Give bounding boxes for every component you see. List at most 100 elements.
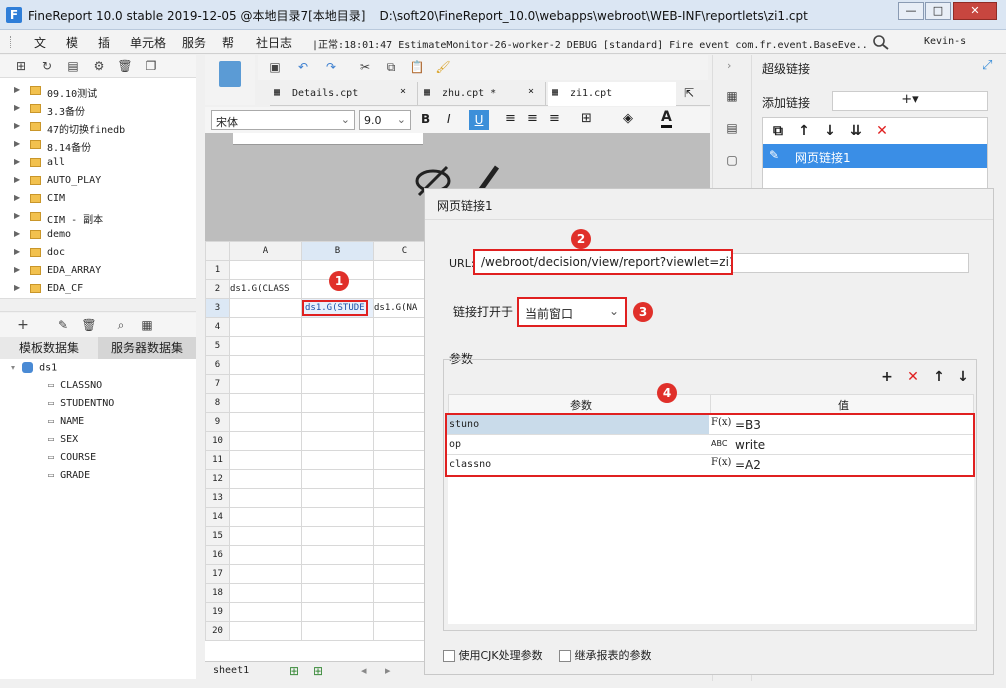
cell[interactable] [301, 621, 374, 641]
menu-insert[interactable]: 插 [98, 34, 110, 51]
dataset-settings-icon[interactable]: ▦ [138, 316, 156, 334]
format-painter-icon[interactable]: 🖌 [434, 58, 452, 76]
menu-cell[interactable]: 单元格 [130, 34, 166, 51]
delete-dataset-icon[interactable]: 🗑 [80, 316, 98, 334]
text-type-icon[interactable]: ABC [711, 439, 727, 448]
menu-template[interactable]: 模 [66, 34, 78, 51]
cell[interactable] [373, 450, 425, 470]
param-row[interactable]: op ABC write [447, 435, 973, 455]
param-name[interactable]: classno [447, 459, 493, 470]
settings-icon[interactable]: ⚙ [90, 57, 108, 75]
tree-item[interactable]: ▶ EDA_ARRAY [0, 262, 196, 280]
cell-c3[interactable]: ds1.G(NA [373, 298, 425, 318]
copy-cell-icon[interactable]: ⧉ [382, 58, 400, 76]
tree-item[interactable]: ▶ 3.3备份 [0, 100, 196, 118]
cell[interactable] [373, 336, 425, 356]
redo-icon[interactable]: ↷ [322, 58, 340, 76]
cell[interactable] [229, 602, 302, 622]
cell[interactable] [229, 564, 302, 584]
cjk-checkbox[interactable]: 使用CJK处理参数 [443, 647, 543, 663]
tab-close-icon[interactable]: × [528, 86, 534, 97]
copy-icon[interactable]: ❐ [142, 57, 160, 75]
collapse-arrow-icon[interactable]: › [727, 59, 731, 72]
cell[interactable] [229, 469, 302, 489]
sort-icon[interactable]: ⇊ [847, 122, 865, 140]
new-folder-icon[interactable]: ⊞ [12, 57, 30, 75]
paste-icon[interactable]: 📋 [408, 58, 426, 76]
scroll-left-icon[interactable]: ◂ [361, 664, 367, 677]
param-value[interactable]: write [735, 438, 765, 452]
tree-item[interactable]: ▶ 09.10测试 [0, 82, 196, 100]
row-header[interactable]: 5 [205, 336, 230, 356]
delete-link-icon[interactable]: ✕ [873, 122, 891, 140]
bold-button[interactable]: B [421, 112, 430, 126]
sheet-tab[interactable]: sheet1 [213, 665, 249, 676]
row-header[interactable]: 19 [205, 602, 230, 622]
param-value[interactable]: =B3 [735, 418, 761, 432]
cell[interactable] [229, 317, 302, 337]
tree-item[interactable]: ▶ 8.14备份 [0, 136, 196, 154]
cell[interactable] [301, 317, 374, 337]
cell[interactable] [229, 393, 302, 413]
row-header[interactable]: 8 [205, 393, 230, 413]
align-center-icon[interactable]: ≡ [527, 111, 538, 126]
row-header[interactable]: 9 [205, 412, 230, 432]
open-in-select[interactable]: 当前窗口 ⌄ [517, 297, 627, 327]
cell[interactable] [373, 526, 425, 546]
url-input[interactable]: /webroot/decision/view/report?viewlet=zi… [473, 249, 733, 275]
tab-list-icon[interactable]: ⇱ [684, 86, 694, 100]
row-header[interactable]: 2 [205, 279, 230, 299]
row-header[interactable]: 3 [205, 298, 230, 318]
menu-file[interactable]: 文 [34, 34, 46, 51]
row-header[interactable]: 16 [205, 545, 230, 565]
cell[interactable] [373, 545, 425, 565]
tree-item[interactable]: ▶ AUTO_PLAY [0, 172, 196, 190]
cell[interactable] [373, 564, 425, 584]
cell-b3-highlight[interactable]: ds1.G(STUDE [302, 300, 368, 316]
cell[interactable] [373, 279, 425, 299]
cut-icon[interactable]: ✂ [356, 58, 374, 76]
row-header[interactable]: 4 [205, 317, 230, 337]
tab-details[interactable]: ▦ Details.cpt × [270, 82, 418, 106]
cell[interactable] [301, 564, 374, 584]
param-name[interactable]: op [447, 439, 463, 450]
cell[interactable] [301, 412, 374, 432]
col-header[interactable]: B [301, 241, 374, 261]
cell-attr-icon[interactable]: ▤ [723, 119, 741, 137]
minimize-button[interactable]: — [898, 2, 924, 20]
cell[interactable] [229, 488, 302, 508]
cell[interactable] [229, 260, 302, 280]
corner-cell[interactable] [205, 241, 230, 261]
add-dataset-icon[interactable]: + [14, 316, 32, 334]
float-element-icon[interactable]: ▢ [723, 151, 741, 169]
tree-item[interactable]: ▶ EDA_CF [0, 280, 196, 298]
cell[interactable] [301, 507, 374, 527]
row-header[interactable]: 7 [205, 374, 230, 394]
menu-community-log[interactable]: 社日志 [256, 34, 292, 51]
font-color-icon[interactable]: A [661, 109, 672, 128]
formula-icon[interactable]: F(x) [711, 457, 731, 468]
cell[interactable] [373, 621, 425, 641]
row-header[interactable]: 14 [205, 507, 230, 527]
cell[interactable] [229, 298, 302, 318]
report-template-icon[interactable] [219, 61, 241, 87]
align-right-icon[interactable]: ≡ [549, 111, 560, 126]
cell[interactable] [229, 450, 302, 470]
move-down-icon[interactable]: ↓ [821, 122, 839, 140]
tree-item[interactable]: ▶ all [0, 154, 196, 172]
expand-icon[interactable]: ⤢ [982, 58, 992, 73]
cell[interactable] [229, 336, 302, 356]
add-sheet-icon[interactable]: ⊞ [289, 664, 299, 678]
row-header[interactable]: 17 [205, 564, 230, 584]
cell[interactable] [373, 355, 425, 375]
delete-icon[interactable]: 🗑 [116, 57, 134, 75]
cell[interactable] [373, 431, 425, 451]
inherit-params-checkbox[interactable]: 继承报表的参数 [559, 647, 652, 663]
col-header[interactable]: C [373, 241, 425, 261]
row-header[interactable]: 20 [205, 621, 230, 641]
row-header[interactable]: 15 [205, 526, 230, 546]
cell[interactable] [373, 412, 425, 432]
col-header[interactable]: A [229, 241, 302, 261]
cell[interactable] [229, 583, 302, 603]
field-item[interactable]: ▭ NAME [48, 416, 84, 434]
